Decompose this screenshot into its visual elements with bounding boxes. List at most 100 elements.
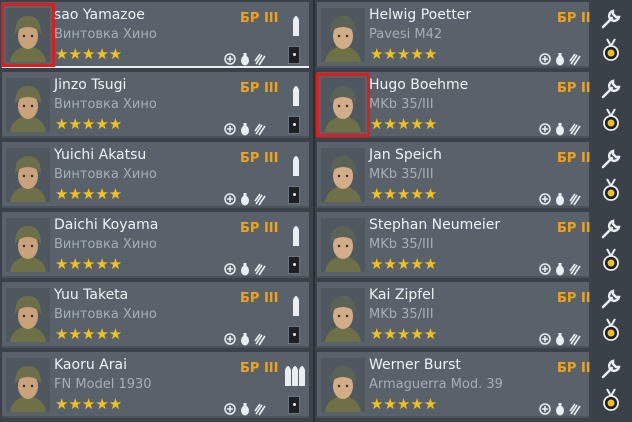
soldier-portrait (6, 358, 50, 412)
wrench-icon[interactable] (600, 148, 622, 170)
grenade-icon (241, 403, 249, 416)
soldier-portrait (6, 148, 50, 202)
soldier-card[interactable]: Jan Speich MKb 35/III ★★★★★ БР II (317, 142, 591, 208)
soldier-name: Yuu Taketa (54, 287, 129, 303)
battle-rating-badge: БР III (240, 361, 279, 376)
battle-rating-badge: БР III (240, 221, 279, 236)
soldier-actions (595, 352, 629, 418)
grenade-icon (241, 263, 249, 276)
equipment-slot[interactable] (288, 326, 300, 344)
soldier-portrait (6, 78, 50, 132)
equipment-slot[interactable] (288, 396, 300, 414)
grenade-icon (241, 123, 249, 136)
medkit-icon (224, 403, 236, 415)
rifle-round-icon (293, 16, 299, 36)
soldier-weapon: Pavesi M42 (369, 27, 443, 42)
perk-icons (224, 122, 266, 136)
equipment-slot[interactable] (288, 256, 300, 274)
soldier-portrait (6, 288, 50, 342)
soldier-card[interactable]: Werner Burst Armaguerra Mod. 39 ★★★★★ БР II (317, 352, 591, 418)
ammo-icon (569, 193, 581, 206)
soldier-card[interactable]: Kaoru Arai FN Model 1930 ★★★★★ БР III (2, 352, 309, 418)
soldier-portrait (1, 3, 55, 67)
wrench-icon[interactable] (600, 288, 622, 310)
soldier-name: Stephan Neumeier (369, 217, 501, 233)
wrench-icon[interactable] (600, 218, 622, 240)
soldier-name: Kai Zipfel (369, 287, 435, 303)
grenade-icon (556, 123, 564, 136)
soldier-actions (595, 282, 629, 348)
ammo-icon (254, 333, 266, 346)
rifle-round-icon (293, 226, 299, 246)
soldier-weapon: Винтовка Хино (54, 237, 157, 252)
soldier-card[interactable]: Stephan Neumeier MKb 35/III ★★★★★ БР II (317, 212, 591, 278)
battle-rating-badge: БР II (557, 361, 591, 376)
medkit-icon (539, 263, 551, 275)
perk-icons (224, 192, 266, 206)
perk-icons (539, 332, 581, 346)
medal-icon[interactable] (601, 38, 621, 62)
soldier-card[interactable]: Yuu Taketa Винтовка Хино ★★★★★ БР III (2, 282, 309, 348)
soldier-name: Jinzo Tsugi (54, 77, 127, 93)
wrench-icon[interactable] (600, 358, 622, 380)
rifle-round-icon (293, 86, 299, 106)
battle-rating-badge: БР II (557, 81, 591, 96)
wrench-icon[interactable] (600, 78, 622, 100)
medal-icon[interactable] (601, 388, 621, 412)
soldier-stars: ★★★★★ (370, 325, 438, 343)
battle-rating-badge: БР II (557, 291, 591, 306)
medal-icon[interactable] (601, 248, 621, 272)
soldier-weapon: MKb 35/III (369, 167, 434, 182)
medkit-icon (539, 123, 551, 135)
soldier-stars: ★★★★★ (55, 395, 123, 413)
medal-icon[interactable] (601, 108, 621, 132)
perk-icons (539, 52, 581, 66)
soldier-stars: ★★★★★ (55, 115, 123, 133)
soldier-portrait (321, 8, 365, 62)
medkit-icon (224, 53, 236, 65)
slot-dot-icon (293, 123, 296, 126)
soldier-card[interactable]: Yuichi Akatsu Винтовка Хино ★★★★★ БР III (2, 142, 309, 208)
soldier-portrait (321, 288, 365, 342)
soldier-stars: ★★★★★ (370, 255, 438, 273)
battle-rating-badge: БР III (240, 81, 279, 96)
rifle-round-icon (293, 296, 299, 316)
medal-icon[interactable] (601, 318, 621, 342)
soldier-stars: ★★★★★ (55, 185, 123, 203)
medal-icon[interactable] (601, 178, 621, 202)
battle-rating-badge: БР III (240, 291, 279, 306)
soldier-weapon: Armaguerra Mod. 39 (369, 377, 503, 392)
rifle-round-icon (293, 156, 299, 176)
wrench-icon[interactable] (600, 8, 622, 30)
equipment-slot[interactable] (288, 116, 300, 134)
grenade-icon (556, 193, 564, 206)
slot-dot-icon (293, 403, 296, 406)
soldier-card[interactable]: Jinzo Tsugi Винтовка Хино ★★★★★ БР III (2, 72, 309, 138)
battle-rating-badge: БР II (557, 221, 591, 236)
soldier-stars: ★★★★★ (55, 255, 123, 273)
equipment-slot[interactable] (288, 46, 300, 64)
soldier-weapon: FN Model 1930 (54, 377, 152, 392)
perk-icons (539, 192, 581, 206)
ammo-icon (254, 403, 266, 416)
soldier-card[interactable]: sao Yamazoe Винтовка Хино ★★★★★ БР III (1, 2, 309, 68)
soldier-card[interactable]: Helwig Poetter Pavesi M42 ★★★★★ БР II (317, 2, 591, 68)
perk-icons (224, 332, 266, 346)
grenade-icon (241, 193, 249, 206)
soldier-card[interactable]: Daichi Koyama Винтовка Хино ★★★★★ БР III (2, 212, 309, 278)
slot-dot-icon (293, 193, 296, 196)
slot-dot-icon (293, 263, 296, 266)
equipment-slot[interactable] (288, 186, 300, 204)
soldier-stars: ★★★★★ (370, 395, 438, 413)
soldier-portrait (321, 218, 365, 272)
column-divider (313, 0, 315, 422)
soldier-weapon: Винтовка Хино (54, 27, 157, 42)
soldier-name: Kaoru Arai (54, 357, 127, 373)
ammo-icon (569, 333, 581, 346)
soldier-card[interactable]: Hugo Boehme MKb 35/III ★★★★★ БР II (316, 72, 591, 138)
medkit-icon (539, 53, 551, 65)
soldier-card[interactable]: Kai Zipfel MKb 35/III ★★★★★ БР II (317, 282, 591, 348)
ammo-icon (254, 193, 266, 206)
medkit-icon (539, 193, 551, 205)
ammo-icon (569, 403, 581, 416)
